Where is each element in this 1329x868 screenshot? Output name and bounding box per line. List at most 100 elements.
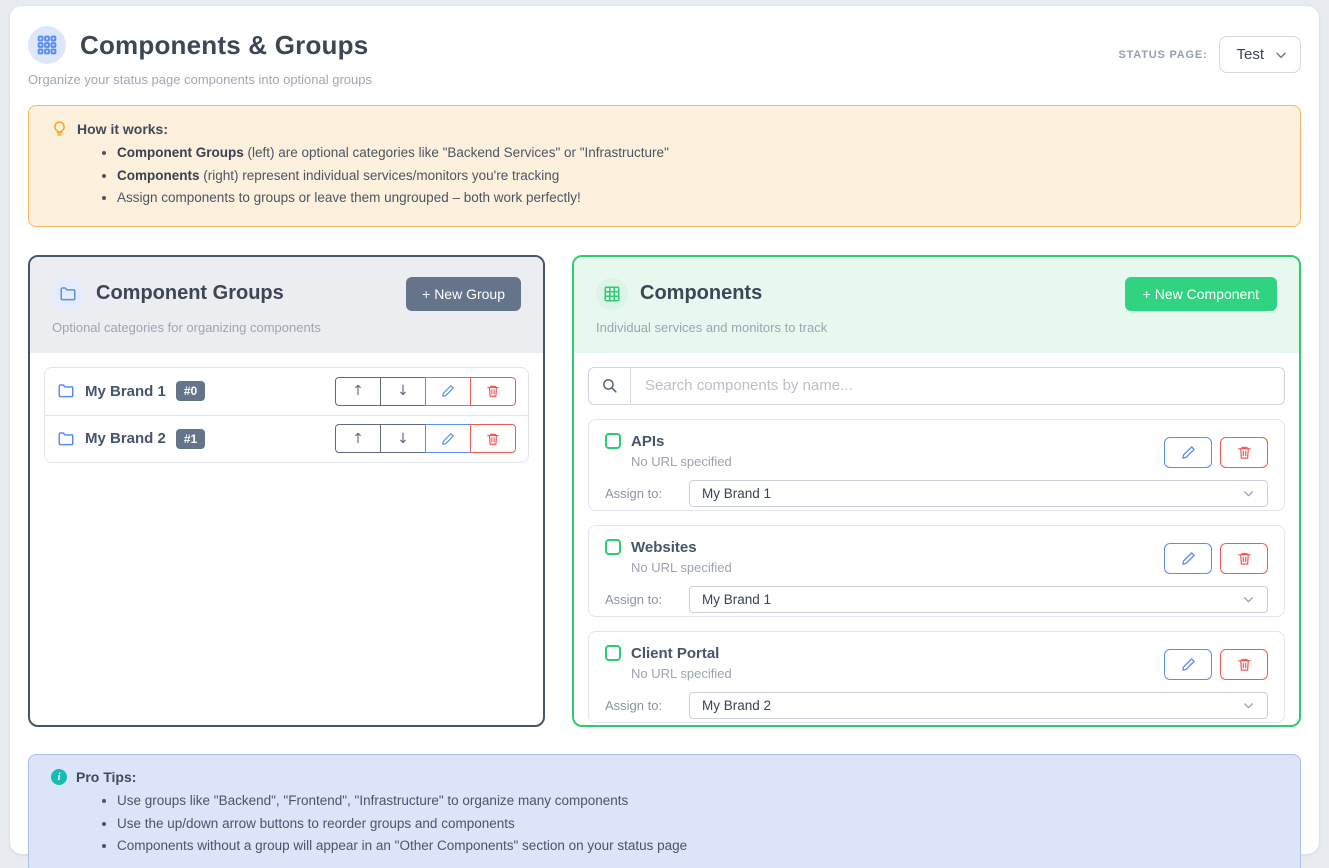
status-page-picker: STATUS PAGE: Test	[1118, 36, 1301, 73]
trash-icon	[486, 432, 500, 446]
assign-group-select[interactable]: My Brand 2	[689, 692, 1268, 719]
folder-icon	[57, 382, 75, 400]
component-card: Client Portal No URL specified	[588, 631, 1285, 723]
group-name: My Brand 1	[85, 383, 166, 400]
edit-component-button[interactable]	[1164, 649, 1212, 680]
delete-component-button[interactable]	[1220, 437, 1268, 468]
components-panel-subtitle: Individual services and monitors to trac…	[596, 320, 1277, 335]
component-card: APIs No URL specified	[588, 419, 1285, 511]
grid-icon	[37, 35, 57, 55]
edit-group-button[interactable]	[425, 377, 471, 406]
new-component-button[interactable]: + New Component	[1125, 277, 1277, 311]
group-actions: ↑ ↓	[335, 377, 516, 406]
delete-component-button[interactable]	[1220, 543, 1268, 574]
chevron-down-icon	[1274, 48, 1288, 62]
how-it-works-bullet: Components (right) represent individual …	[117, 167, 1278, 186]
chevron-down-icon	[1242, 593, 1255, 606]
pro-tip-bullet: Use the up/down arrow buttons to reorder…	[117, 815, 1278, 834]
group-actions: ↑ ↓	[335, 424, 516, 453]
how-it-works-callout: How it works: Component Groups (left) ar…	[28, 105, 1301, 227]
move-group-up-button[interactable]: ↑	[335, 377, 381, 406]
component-checkbox[interactable]	[605, 539, 621, 555]
component-url-text: No URL specified	[631, 560, 732, 575]
pro-tip-bullet: Components without a group will appear i…	[117, 837, 1278, 856]
groups-panel-header: Component Groups + New Group Optional ca…	[30, 257, 543, 353]
components-app-icon	[28, 26, 66, 64]
how-it-works-bullet: Component Groups (left) are optional cat…	[117, 144, 1278, 163]
group-order-badge: #0	[176, 381, 205, 401]
search-addon	[589, 368, 631, 404]
component-url-text: No URL specified	[631, 666, 732, 681]
pencil-icon	[1181, 551, 1196, 566]
lightbulb-icon	[51, 120, 68, 137]
component-name: APIs	[631, 433, 664, 450]
status-page-label: STATUS PAGE:	[1118, 49, 1207, 61]
trash-icon	[1237, 657, 1252, 672]
move-group-up-button[interactable]: ↑	[335, 424, 381, 453]
component-name: Websites	[631, 539, 697, 556]
assign-to-label: Assign to:	[605, 698, 689, 713]
groups-icon-circle	[52, 278, 84, 310]
page-title: Components & Groups	[80, 30, 368, 61]
folder-icon	[57, 430, 75, 448]
component-checkbox[interactable]	[605, 433, 621, 449]
component-url-text: No URL specified	[631, 454, 732, 469]
components-icon-circle	[596, 278, 628, 310]
groups-panel-subtitle: Optional categories for organizing compo…	[52, 320, 521, 335]
info-icon: i	[51, 769, 67, 785]
assigned-group-value: My Brand 1	[702, 592, 771, 607]
trash-icon	[1237, 551, 1252, 566]
components-panel: Components + New Component Individual se…	[572, 255, 1301, 727]
how-it-works-title: How it works:	[77, 121, 168, 137]
components-panel-title: Components	[640, 282, 1125, 305]
arrow-down-icon: ↓	[397, 431, 409, 447]
assign-group-select[interactable]: My Brand 1	[689, 586, 1268, 613]
edit-component-button[interactable]	[1164, 543, 1212, 574]
chevron-down-icon	[1242, 699, 1255, 712]
component-checkbox[interactable]	[605, 645, 621, 661]
assign-group-select[interactable]: My Brand 1	[689, 480, 1268, 507]
main-card: Components & Groups Organize your status…	[10, 6, 1319, 854]
chevron-down-icon	[1242, 487, 1255, 500]
delete-group-button[interactable]	[470, 424, 516, 453]
search-components-input[interactable]	[631, 368, 1284, 404]
groups-panel-body: My Brand 1 #0 ↑ ↓	[30, 353, 543, 725]
component-card: Websites No URL specified	[588, 525, 1285, 617]
folder-icon	[59, 285, 77, 303]
delete-component-button[interactable]	[1220, 649, 1268, 680]
new-group-button[interactable]: + New Group	[406, 277, 521, 311]
trash-icon	[1237, 445, 1252, 460]
pro-tips-list: Use groups like "Backend", "Frontend", "…	[51, 792, 1278, 856]
table-grid-icon	[603, 285, 621, 303]
trash-icon	[486, 384, 500, 398]
group-name: My Brand 2	[85, 430, 166, 447]
components-panel-header: Components + New Component Individual se…	[574, 257, 1299, 353]
component-name: Client Portal	[631, 645, 719, 662]
group-order-badge: #1	[176, 429, 205, 449]
edit-component-button[interactable]	[1164, 437, 1212, 468]
page-subtitle: Organize your status page components int…	[28, 72, 372, 87]
arrow-up-icon: ↑	[352, 431, 364, 447]
groups-panel-title: Component Groups	[96, 282, 406, 305]
status-page-select[interactable]: Test	[1219, 36, 1301, 73]
delete-group-button[interactable]	[470, 377, 516, 406]
pencil-icon	[441, 384, 455, 398]
group-row: My Brand 2 #1 ↑ ↓	[45, 415, 528, 462]
pencil-icon	[441, 432, 455, 446]
how-it-works-bullet: Assign components to groups or leave the…	[117, 189, 1278, 208]
move-group-down-button[interactable]: ↓	[380, 424, 426, 453]
group-list: My Brand 1 #0 ↑ ↓	[44, 367, 529, 463]
components-panel-body: APIs No URL specified	[574, 353, 1299, 727]
component-groups-panel: Component Groups + New Group Optional ca…	[28, 255, 545, 727]
pro-tip-bullet: Use groups like "Backend", "Frontend", "…	[117, 792, 1278, 811]
move-group-down-button[interactable]: ↓	[380, 377, 426, 406]
search-icon	[601, 377, 618, 394]
assigned-group-value: My Brand 2	[702, 698, 771, 713]
edit-group-button[interactable]	[425, 424, 471, 453]
pro-tips-title: Pro Tips:	[76, 769, 136, 785]
arrow-up-icon: ↑	[352, 383, 364, 399]
status-page-value: Test	[1236, 46, 1264, 63]
pro-tips-callout: i Pro Tips: Use groups like "Backend", "…	[28, 754, 1301, 868]
assign-to-label: Assign to:	[605, 592, 689, 607]
pencil-icon	[1181, 445, 1196, 460]
